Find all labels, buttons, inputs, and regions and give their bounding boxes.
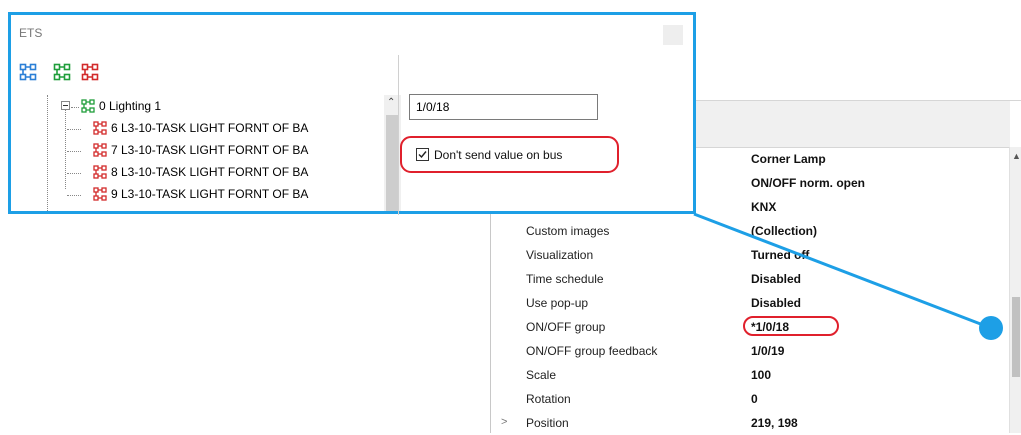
property-value[interactable]: 219, 198 <box>751 416 798 430</box>
close-icon[interactable] <box>663 25 683 45</box>
tree-node-child[interactable]: 9 L3-10-TASK LIGHT FORNT OF BA <box>19 185 379 205</box>
property-name: Position <box>526 416 569 430</box>
group-address-input[interactable] <box>409 94 598 120</box>
ets-window: ETS 0 Lighting 1 6 L3-10-TASK LIGHT FORN… <box>8 12 696 215</box>
property-row-custom-images[interactable]: Custom images (Collection) <box>491 219 1010 243</box>
tree-connector <box>67 151 81 152</box>
tree-node-label: 0 Lighting 1 <box>99 99 162 113</box>
tree-connector <box>71 107 79 108</box>
property-value[interactable]: 0 <box>751 392 758 406</box>
property-row-visualization[interactable]: Visualization Turned off <box>491 243 1010 267</box>
tree-node-label: 8 L3-10-TASK LIGHT FORNT OF BA <box>111 165 309 179</box>
property-row-time-schedule[interactable]: Time schedule Disabled <box>491 267 1010 291</box>
property-value[interactable]: (Collection) <box>751 224 817 238</box>
property-value[interactable]: 1/0/19 <box>751 344 784 358</box>
tree-node-label: 7 L3-10-TASK LIGHT FORNT OF BA <box>111 143 309 157</box>
property-name: Scale <box>526 368 557 382</box>
property-row-onoff-group-feedback[interactable]: ON/OFF group feedback 1/0/19 <box>491 339 1010 363</box>
group-address-icon-green[interactable] <box>53 63 71 81</box>
property-name: Custom images <box>526 224 610 238</box>
group-address-icon-blue[interactable] <box>19 63 37 81</box>
tree-node-child[interactable]: 8 L3-10-TASK LIGHT FORNT OF BA <box>19 163 379 183</box>
scroll-thumb[interactable] <box>1012 297 1020 377</box>
group-address-icon-red[interactable] <box>81 63 99 81</box>
tree-connector <box>67 129 81 130</box>
group-address-icon <box>93 143 107 157</box>
group-address-tree[interactable]: 0 Lighting 1 6 L3-10-TASK LIGHT FORNT OF… <box>19 95 401 211</box>
property-value[interactable]: ON/OFF norm. open <box>751 176 865 190</box>
dont-send-label[interactable]: Don't send value on bus <box>434 148 562 162</box>
property-row-scale[interactable]: Scale 100 <box>491 363 1010 387</box>
property-name: Visualization <box>526 248 594 262</box>
property-name: Use pop-up <box>526 296 589 310</box>
property-value[interactable]: Corner Lamp <box>751 152 826 166</box>
property-value[interactable]: 100 <box>751 368 771 382</box>
tree-node-label: 6 L3-10-TASK LIGHT FORNT OF BA <box>111 121 309 135</box>
property-panel-scrollbar[interactable]: ▲ <box>1009 147 1021 433</box>
window-title: ETS <box>19 26 43 40</box>
tree-connector <box>67 173 81 174</box>
dont-send-highlight: Don't send value on bus <box>400 136 619 173</box>
tree-node-label: 9 L3-10-TASK LIGHT FORNT OF BA <box>111 187 309 201</box>
pane-separator[interactable] <box>398 55 399 215</box>
group-address-icon <box>93 187 107 201</box>
scroll-up-arrow-icon[interactable]: ⌃ <box>387 97 395 108</box>
group-address-icon <box>93 121 107 135</box>
tree-node-child[interactable]: 7 L3-10-TASK LIGHT FORNT OF BA <box>19 141 379 161</box>
group-icon <box>81 99 95 113</box>
property-value[interactable]: Turned off <box>751 248 809 262</box>
property-value[interactable]: Disabled <box>751 296 801 310</box>
property-name: Time schedule <box>526 272 604 286</box>
property-row-use-popup[interactable]: Use pop-up Disabled <box>491 291 1010 315</box>
scroll-up-arrow-icon[interactable]: ▲ <box>1012 151 1021 161</box>
group-address-icon <box>93 165 107 179</box>
checkmark-icon <box>418 151 427 159</box>
property-row-rotation[interactable]: Rotation 0 <box>491 387 1010 411</box>
property-value[interactable]: KNX <box>751 200 776 214</box>
callout-dot <box>979 316 1003 340</box>
property-value[interactable]: *1/0/18 <box>751 320 789 334</box>
property-row-onoff-group[interactable]: ON/OFF group *1/0/18 <box>491 315 1010 339</box>
property-row-position[interactable]: > Position 219, 198 <box>491 411 1010 435</box>
collapse-toggle-icon[interactable] <box>61 101 70 110</box>
property-name: ON/OFF group <box>526 320 606 334</box>
tree-connector <box>67 195 81 196</box>
tree-node-lighting[interactable]: 0 Lighting 1 <box>19 97 379 117</box>
dont-send-checkbox[interactable] <box>416 148 429 161</box>
tree-node-child[interactable]: 6 L3-10-TASK LIGHT FORNT OF BA <box>19 119 379 139</box>
property-name: ON/OFF group feedback <box>526 344 658 358</box>
property-value[interactable]: Disabled <box>751 272 801 286</box>
expand-chevron-icon[interactable]: > <box>501 416 511 428</box>
property-name: Rotation <box>526 392 571 406</box>
